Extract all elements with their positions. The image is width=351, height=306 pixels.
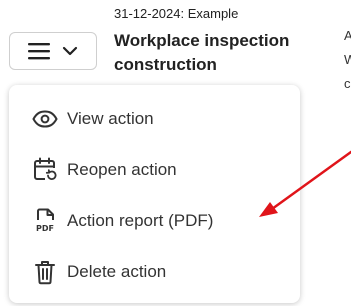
menu-item-delete-action[interactable]: Delete action [9, 246, 300, 297]
menu-item-view-action[interactable]: View action [9, 93, 300, 144]
item-title: Workplace inspection construction [114, 31, 290, 74]
trash-icon [31, 258, 59, 286]
menu-item-label: Action report (PDF) [67, 210, 214, 230]
adjacent-column-text: A W c [344, 24, 351, 96]
actions-menu-button[interactable] [9, 32, 97, 70]
chevron-down-icon [62, 46, 78, 56]
adjacent-text-line: A [344, 28, 351, 43]
adjacent-text-line: W [344, 52, 351, 67]
calendar-refresh-icon [31, 156, 59, 184]
eye-icon [31, 105, 59, 133]
menu-item-label: Delete action [67, 261, 167, 281]
adjacent-text-line: c [344, 76, 351, 91]
svg-text:PDF: PDF [36, 224, 54, 233]
actions-dropdown-menu: View action Reopen action PDF Action rep… [9, 85, 300, 303]
item-date: 31-12-2024: Example [114, 6, 239, 21]
menu-item-action-report-pdf[interactable]: PDF Action report (PDF) [9, 195, 300, 246]
menu-item-reopen-action[interactable]: Reopen action [9, 144, 300, 195]
menu-item-label: View action [67, 108, 154, 128]
menu-item-label: Reopen action [67, 159, 177, 179]
hamburger-icon [28, 42, 50, 60]
page: 31-12-2024: Example Workplace inspection… [0, 0, 351, 306]
pdf-file-icon: PDF [31, 207, 59, 235]
